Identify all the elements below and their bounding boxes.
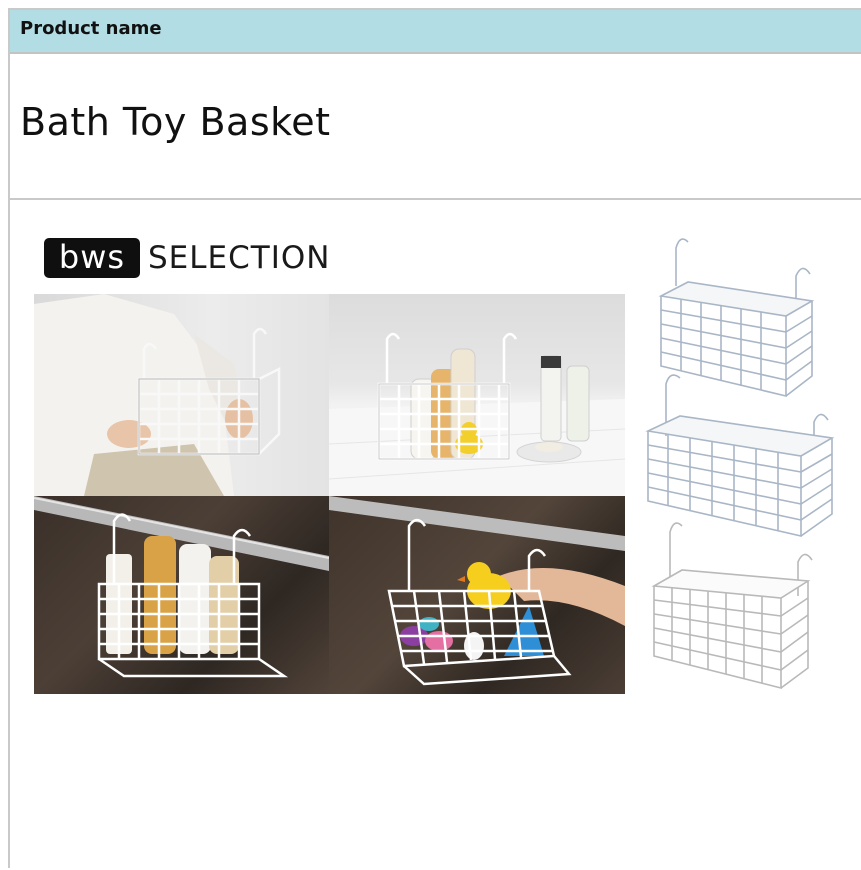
product-name-cell: Bath Toy Basket	[10, 54, 861, 200]
header-label: Product name	[20, 18, 162, 39]
brand-header: bws SELECTION	[44, 238, 330, 278]
photo-basket-rail-bottles	[34, 496, 329, 694]
basket-white-large-image	[645, 374, 835, 538]
photo-basket-counter	[329, 294, 625, 496]
product-name: Bath Toy Basket	[20, 100, 331, 144]
bws-logo: bws	[44, 238, 140, 278]
photo-basket-toys	[329, 496, 625, 694]
brand-selection-text: SELECTION	[148, 240, 331, 276]
basket-silver-image	[651, 522, 813, 690]
photo-basket-variants	[636, 226, 848, 696]
basket-white-small-image	[658, 238, 815, 398]
photo-person-holding-basket	[34, 294, 329, 496]
header-cell: Product name	[10, 10, 861, 54]
